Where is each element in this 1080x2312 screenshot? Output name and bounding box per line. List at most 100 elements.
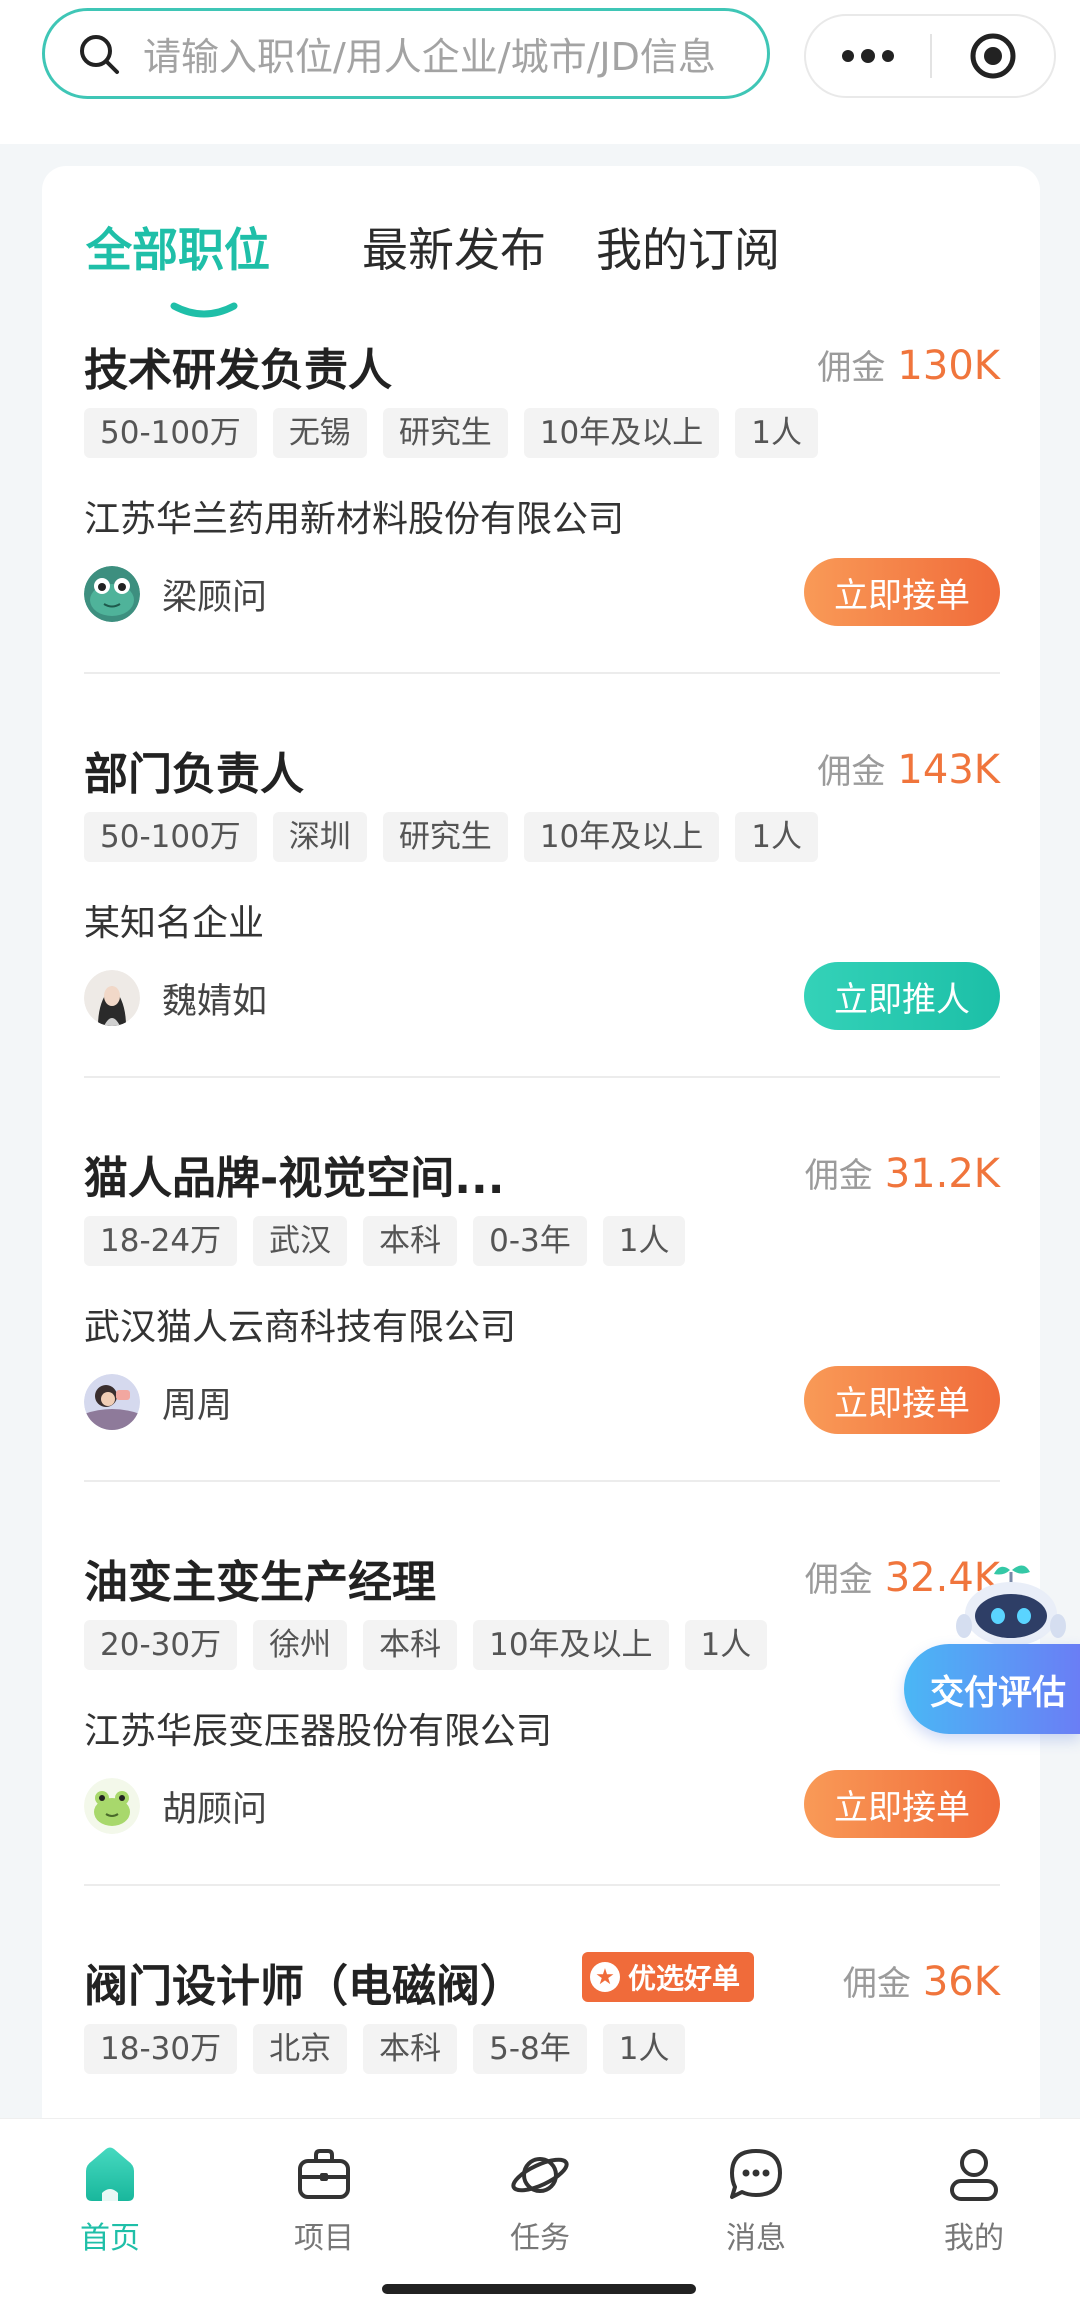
job-item[interactable]: 油变主变生产经理 佣金 32.4K 20-30万 徐州 本科 10年及以上 1人 …	[84, 1546, 1000, 1950]
avatar	[84, 566, 140, 622]
company-name: 江苏华兰药用新材料股份有限公司	[84, 499, 625, 540]
close-miniapp-button[interactable]	[932, 14, 1054, 98]
consultant: 魏婧如	[84, 968, 267, 1028]
commission-value: 130K	[897, 343, 1000, 389]
commission-label: 佣金	[817, 752, 886, 792]
tag-city: 徐州	[253, 1620, 348, 1670]
nav-profile[interactable]: 我的	[894, 2143, 1054, 2256]
job-item[interactable]: 技术研发负责人 佣金 130K 50-100万 无锡 研究生 10年及以上 1人 …	[84, 334, 1000, 738]
job-item[interactable]: 部门负责人 佣金 143K 50-100万 深圳 研究生 10年及以上 1人 某知…	[84, 738, 1000, 1142]
nav-home[interactable]: 首页	[30, 2143, 190, 2256]
commission-value: 143K	[897, 747, 1000, 793]
nav-messages[interactable]: 消息	[676, 2143, 836, 2256]
search-icon	[80, 34, 119, 74]
job-tags: 20-30万 徐州 本科 10年及以上 1人	[84, 1620, 768, 1670]
consultant: 梁顾问	[84, 564, 267, 624]
commission: 佣金 31.2K	[805, 1148, 1000, 1197]
commission-label: 佣金	[817, 348, 886, 388]
job-tags: 50-100万 深圳 研究生 10年及以上 1人	[84, 812, 818, 862]
consultant-name: 梁顾问	[162, 577, 268, 618]
company-name: 武汉猫人云商科技有限公司	[84, 1307, 517, 1348]
tag-city: 无锡	[272, 408, 367, 458]
tag-salary: 50-100万	[84, 812, 257, 862]
job-title: 猫人品牌-视觉空间...	[84, 1153, 505, 1204]
nav-label: 消息	[726, 2221, 786, 2256]
tag-city: 深圳	[272, 812, 367, 862]
home-indicator	[382, 2284, 696, 2294]
delivery-assessment-button[interactable]: 交付评估	[904, 1644, 1080, 1734]
profile-icon	[950, 2149, 998, 2201]
tag-experience: 10年及以上	[523, 408, 720, 458]
search-input[interactable]: 请输入职位/用人企业/城市/JD信息	[42, 8, 770, 99]
tag-city: 北京	[253, 2024, 348, 2074]
company-name: 江苏华辰变压器股份有限公司	[84, 1711, 553, 1752]
nav-projects[interactable]: 项目	[244, 2143, 404, 2256]
tag-headcount: 1人	[602, 2024, 686, 2074]
featured-badge-label: 优选好单	[628, 1962, 741, 1995]
commission: 佣金 130K	[817, 340, 1000, 389]
mini-program-capsule	[804, 14, 1056, 98]
accept-order-button[interactable]: 立即接单	[804, 1366, 1000, 1434]
star-icon: ★	[590, 1962, 620, 1992]
chat-icon	[730, 2149, 782, 2199]
consultant: 周周	[84, 1372, 232, 1432]
nav-label: 项目	[294, 2221, 354, 2256]
tag-salary: 18-30万	[84, 2024, 238, 2074]
tag-experience: 0-3年	[473, 1216, 587, 1266]
nav-label: 任务	[510, 2221, 570, 2256]
job-title: 技术研发负责人	[84, 345, 392, 396]
tab-active-indicator	[170, 302, 238, 318]
divider	[84, 1884, 1000, 1886]
tab-all-jobs[interactable]: 全部职位	[86, 214, 270, 280]
commission-value: 36K	[922, 1959, 1000, 2005]
search-placeholder: 请输入职位/用人企业/城市/JD信息	[143, 35, 716, 79]
tag-experience: 5-8年	[473, 2024, 587, 2074]
job-title: 油变主变生产经理	[84, 1557, 436, 1608]
consultant-name: 周周	[162, 1385, 233, 1426]
avatar	[84, 1374, 140, 1430]
job-list-card: 全部职位 最新发布 我的订阅 技术研发负责人 佣金 130K 50-100万 无锡…	[42, 166, 1040, 2226]
consultant-name: 胡顾问	[162, 1789, 268, 1830]
avatar	[84, 1778, 140, 1834]
divider	[84, 1480, 1000, 1482]
tag-education: 本科	[363, 1620, 458, 1670]
top-bar: 请输入职位/用人企业/城市/JD信息	[0, 0, 1080, 144]
bottom-nav: 首页 项目 任务 消息 我的	[0, 2118, 1080, 2312]
tag-education: 本科	[363, 2024, 458, 2074]
more-button[interactable]	[806, 14, 930, 98]
tab-latest[interactable]: 最新发布	[362, 214, 546, 280]
accept-order-button[interactable]: 立即接单	[804, 558, 1000, 626]
tag-salary: 20-30万	[84, 1620, 238, 1670]
recommend-candidate-button[interactable]: 立即推人	[804, 962, 1000, 1030]
tag-experience: 10年及以上	[473, 1620, 669, 1670]
accept-order-button[interactable]: 立即接单	[804, 1770, 1000, 1838]
avatar	[84, 970, 140, 1026]
target-icon	[970, 33, 1016, 79]
more-dots-icon	[842, 49, 894, 63]
tab-bar: 全部职位 最新发布 我的订阅	[86, 214, 986, 318]
tag-experience: 10年及以上	[523, 812, 720, 862]
job-title: 部门负责人	[84, 749, 304, 800]
briefcase-icon	[298, 2149, 350, 2199]
consultant: 胡顾问	[84, 1776, 267, 1836]
home-icon	[86, 2147, 134, 2201]
tab-subscriptions[interactable]: 我的订阅	[596, 214, 780, 280]
tag-headcount: 1人	[684, 1620, 768, 1670]
commission-label: 佣金	[842, 1964, 911, 2004]
commission: 佣金 143K	[817, 744, 1000, 793]
tag-headcount: 1人	[602, 1216, 686, 1266]
tag-education: 本科	[363, 1216, 458, 1266]
commission-value: 31.2K	[884, 1151, 1000, 1197]
tag-education: 研究生	[382, 408, 508, 458]
featured-badge: ★ 优选好单	[582, 1952, 755, 2002]
tag-education: 研究生	[382, 812, 508, 862]
company-name: 某知名企业	[84, 903, 265, 944]
consultant-name: 魏婧如	[162, 981, 268, 1022]
divider	[84, 672, 1000, 674]
tag-city: 武汉	[253, 1216, 348, 1266]
job-item[interactable]: 猫人品牌-视觉空间... 佣金 31.2K 18-24万 武汉 本科 0-3年 1…	[84, 1142, 1000, 1546]
tag-salary: 50-100万	[84, 408, 257, 458]
job-title: 阀门设计师（电磁阀）	[84, 1961, 524, 2012]
nav-label: 首页	[80, 2221, 140, 2256]
nav-tasks[interactable]: 任务	[460, 2143, 620, 2256]
